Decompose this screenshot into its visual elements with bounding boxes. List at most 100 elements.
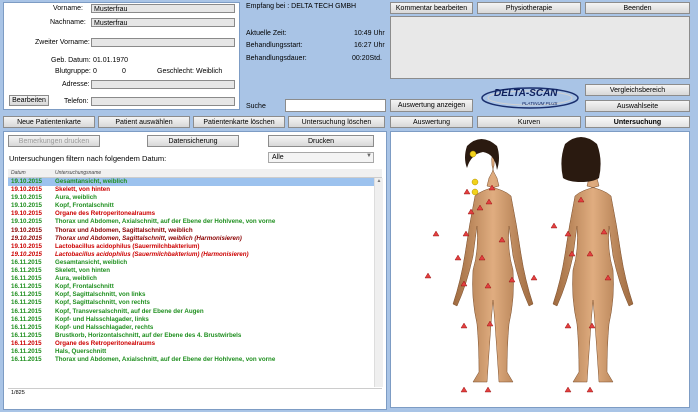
nav-untersuchung[interactable]: Untersuchung xyxy=(585,116,690,128)
nav-neue-patientenkarte[interactable]: Neue Patientenkarte xyxy=(3,116,95,128)
row-exam-name: Gesamtansicht, weiblich xyxy=(55,258,128,266)
table-row[interactable]: 19.10.2015 Lactobacillus acidophilus (Sau… xyxy=(8,243,382,251)
datensicherung-button[interactable]: Datensicherung xyxy=(147,135,239,147)
row-date: 16.11.2015 xyxy=(11,275,42,283)
col-date-header: Datum xyxy=(11,170,26,176)
table-row[interactable]: 19.10.2015 Organe des Retroperitonealraum… xyxy=(8,210,382,218)
table-row[interactable]: 16.11.2015 Thorax und Abdomen, Axialschni… xyxy=(8,356,382,364)
table-row[interactable]: 19.10.2015 Thorax und Abdomen, Sagittalsc… xyxy=(8,235,382,243)
row-exam-name: Kopf- und Halsschlagader, links xyxy=(55,315,149,323)
nav-patient-auswaehlen[interactable]: Patient auswählen xyxy=(98,116,190,128)
table-row[interactable]: 16.11.2015 Aura, weiblich xyxy=(8,275,382,283)
vergleichsbereich-button[interactable]: Vergleichsbereich xyxy=(585,84,690,96)
table-row[interactable]: 16.11.2015 Hals, Querschnitt xyxy=(8,348,382,356)
telefon-field[interactable] xyxy=(91,97,235,106)
triangle-marker-icon xyxy=(463,188,471,195)
row-exam-name: Thorax und Abdomen, Sagittalschnitt, wei… xyxy=(55,234,242,242)
table-row[interactable]: 16.11.2015 Kopf, Sagittalschnitt, von lin… xyxy=(8,291,382,299)
table-row[interactable]: 16.11.2015 Skelett, von hinten xyxy=(8,267,382,275)
row-exam-name: Brustkorb, Horizontalschnitt, auf der Eb… xyxy=(55,331,242,339)
yellow-marker-icon xyxy=(471,178,479,186)
row-date: 16.11.2015 xyxy=(11,283,42,291)
kommentar-area[interactable] xyxy=(390,16,690,79)
behandlungsdauer-label: Behandlungsdauer: xyxy=(246,55,307,62)
suche-label: Suche xyxy=(246,103,266,110)
row-exam-name: Kopf, Sagittalschnitt, von links xyxy=(55,291,146,299)
bemerkungen-drucken-button[interactable]: Bemerkungen drucken xyxy=(8,135,100,147)
filter-select[interactable]: Alle ▼ xyxy=(268,152,374,163)
table-row[interactable]: 16.11.2015 Brustkorb, Horizontalschnitt, … xyxy=(8,332,382,340)
row-exam-name: Lactobacillus acidophilus (Sauermilchbak… xyxy=(55,242,200,250)
table-row[interactable]: 19.10.2015 Aura, weiblich xyxy=(8,194,382,202)
zweiter-vorname-label: Zweiter Vorname: xyxy=(35,39,90,46)
scrollbar[interactable]: ▲ xyxy=(374,178,383,387)
table-row[interactable]: 16.11.2015 Kopf- und Halsschlagader, link… xyxy=(8,316,382,324)
behandlungsstart-value: 16:27 Uhr xyxy=(354,42,385,49)
filter-value: Alle xyxy=(272,154,284,161)
table-row[interactable]: 19.10.2015 Skelett, von hinten xyxy=(8,186,382,194)
row-date: 19.10.2015 xyxy=(11,210,42,218)
adresse-field[interactable] xyxy=(91,80,235,89)
row-exam-name: Kopf, Frontalschnitt xyxy=(55,202,114,210)
beenden-button[interactable]: Beenden xyxy=(585,2,690,14)
table-row[interactable]: 16.11.2015 Kopf- und Halsschlagader, rech… xyxy=(8,324,382,332)
table-row[interactable]: 16.11.2015 Gesamtansicht, weiblich xyxy=(8,259,382,267)
row-exam-name: Organe des Retroperitonealraums xyxy=(55,210,156,218)
nav-kurven[interactable]: Kurven xyxy=(477,116,581,128)
triangle-marker-icon xyxy=(460,322,468,329)
row-exam-name: Kopf, Transversalschnitt, auf der Ebene … xyxy=(55,307,204,315)
row-exam-name: Aura, weiblich xyxy=(55,275,97,283)
behandlungsdauer-value: 00:20Std. xyxy=(352,55,382,62)
drucken-button[interactable]: Drucken xyxy=(268,135,374,147)
row-date: 19.10.2015 xyxy=(11,218,42,226)
triangle-marker-icon xyxy=(460,386,468,393)
bearbeiten-button[interactable]: Bearbeiten xyxy=(9,95,49,106)
scroll-up-icon[interactable]: ▲ xyxy=(375,178,383,184)
row-date: 16.11.2015 xyxy=(11,267,42,275)
nav-untersuchung-loeschen[interactable]: Untersuchung löschen xyxy=(288,116,385,128)
back-body-figure[interactable] xyxy=(552,137,634,383)
table-row[interactable]: 19.10.2015 Thorax und Abdomen, Sagittalsc… xyxy=(8,227,382,235)
row-date: 19.10.2015 xyxy=(11,250,42,258)
auswahlseite-button[interactable]: Auswahlseite xyxy=(585,100,690,112)
nav-patientenkarte-loeschen[interactable]: Patientenkarte löschen xyxy=(193,116,285,128)
row-exam-name: Thorax und Abdomen, Sagittalschnitt, wei… xyxy=(55,226,193,234)
row-exam-name: Lactobacillus acidophilus (Sauermilchbak… xyxy=(55,250,249,258)
search-input[interactable] xyxy=(285,99,386,112)
row-date: 16.11.2015 xyxy=(11,307,42,315)
table-header: Datum Untersuchungsname xyxy=(8,169,382,178)
geb-datum-value: 01.01.1970 xyxy=(93,57,129,64)
triangle-marker-icon xyxy=(564,322,572,329)
table-row[interactable]: 16.11.2015 Kopf, Transversalschnitt, auf … xyxy=(8,308,382,316)
page-count: 1/825 xyxy=(11,390,25,396)
table-row[interactable]: 19.10.2015 Lactobacillus acidophilus (Sau… xyxy=(8,251,382,259)
zweiter-vorname-field[interactable] xyxy=(91,38,235,47)
row-date: 19.10.2015 xyxy=(11,194,42,202)
kommentar-button[interactable]: Kommentar bearbeiten xyxy=(390,2,473,14)
geschlecht-label: Geschlecht: xyxy=(157,68,194,75)
triangle-marker-icon xyxy=(530,274,538,281)
delta-scan-logo: DELTA-SCAN PLATINUM PLUS xyxy=(478,84,582,110)
auswertung-anzeigen-button[interactable]: Auswertung anzeigen xyxy=(390,99,473,112)
table-row[interactable]: 16.11.2015 Organe des Retroperitonealraum… xyxy=(8,340,382,348)
body-figures[interactable] xyxy=(391,132,690,408)
row-date: 19.10.2015 xyxy=(11,186,42,194)
triangle-marker-icon xyxy=(484,386,492,393)
row-date: 16.11.2015 xyxy=(11,291,42,299)
row-date: 16.11.2015 xyxy=(11,299,42,307)
table-row[interactable]: 19.10.2015 Thorax und Abdomen, Axialschni… xyxy=(8,218,382,226)
table-row[interactable]: 19.10.2015 Kopf, Frontalschnitt xyxy=(8,202,382,210)
vorname-field[interactable]: Musterfrau xyxy=(91,4,235,13)
physiotherapie-button[interactable]: Physiotherapie xyxy=(477,2,581,14)
logo-subtitle: PLATINUM PLUS xyxy=(522,101,558,106)
nachname-field[interactable]: Musterfrau xyxy=(91,18,235,27)
table-row[interactable]: 16.11.2015 Kopf, Frontalschnitt xyxy=(8,283,382,291)
geschlecht-value: Weiblich xyxy=(196,68,223,75)
row-date: 16.11.2015 xyxy=(11,258,42,266)
nav-auswertung[interactable]: Auswertung xyxy=(390,116,473,128)
filter-label: Untersuchungen filtern nach folgendem Da… xyxy=(9,154,167,163)
exam-table: 19.10.2015 Gesamtansicht, weiblich 19.10.2… xyxy=(8,178,382,387)
front-body-figure[interactable] xyxy=(452,139,534,383)
table-row[interactable]: 19.10.2015 Gesamtansicht, weiblich xyxy=(8,178,382,187)
table-row[interactable]: 16.11.2015 Kopf, Sagittalschnitt, von rec… xyxy=(8,299,382,307)
